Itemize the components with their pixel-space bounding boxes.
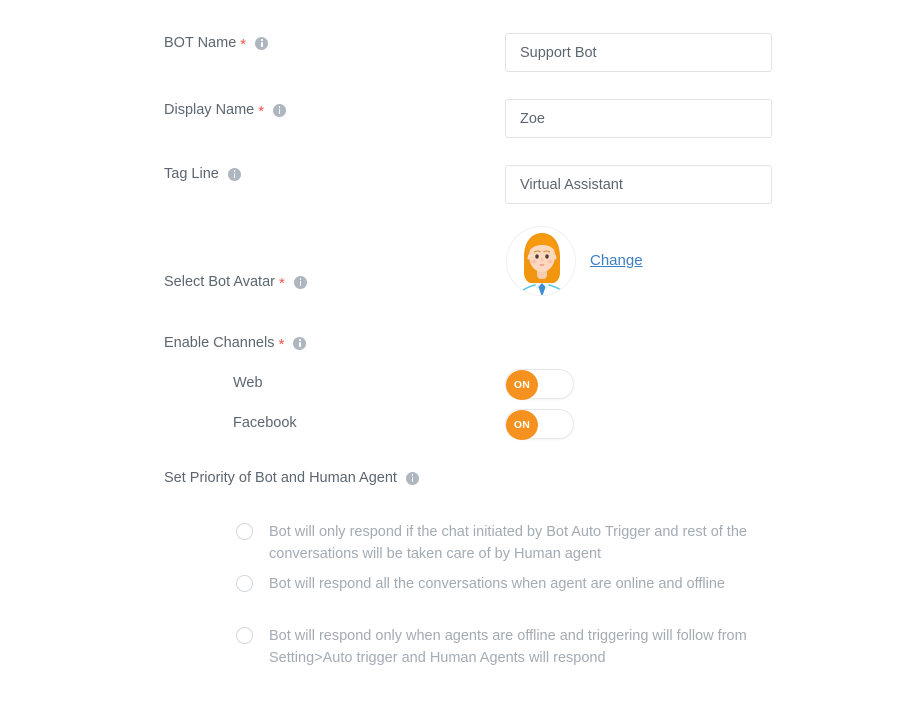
priority-option-label: Bot will respond all the conversations w…: [269, 576, 725, 592]
radio-icon[interactable]: [236, 523, 253, 540]
change-avatar-link[interactable]: Change: [590, 252, 643, 269]
info-icon[interactable]: [255, 37, 269, 50]
required-asterisk: *: [278, 336, 285, 353]
avatar[interactable]: [506, 226, 576, 296]
priority-option-label: Bot will only respond if the chat initia…: [269, 524, 747, 562]
set-priority-label: Set Priority of Bot and Human Agent: [164, 471, 419, 486]
priority-option-1[interactable]: Bot will only respond if the chat initia…: [236, 521, 769, 565]
bot-settings-form: BOT Name * Display Name * Tag Line Selec…: [0, 0, 919, 701]
select-bot-avatar-label: Select Bot Avatar *: [164, 274, 307, 292]
female-avatar-icon: [507, 227, 575, 295]
channel-toggle-facebook[interactable]: ON: [505, 409, 574, 440]
tag-line-label: Tag Line: [164, 167, 241, 182]
info-icon[interactable]: [405, 471, 419, 485]
display-name-label-text: Display Name: [164, 102, 255, 119]
bot-name-input[interactable]: [505, 33, 772, 72]
set-priority-label-text: Set Priority of Bot and Human Agent: [164, 470, 397, 486]
avatar-circle: [506, 226, 576, 296]
required-asterisk: *: [240, 36, 247, 53]
channel-label-facebook: Facebook: [233, 415, 297, 431]
select-bot-avatar-label-text: Select Bot Avatar: [164, 274, 275, 291]
required-asterisk: *: [258, 103, 265, 120]
enable-channels-label: Enable Channels *: [164, 335, 307, 353]
display-name-input[interactable]: [505, 99, 772, 138]
info-icon[interactable]: [273, 104, 287, 117]
required-asterisk: *: [278, 275, 285, 292]
info-icon[interactable]: [227, 167, 241, 181]
bot-name-label-text: BOT Name: [164, 35, 237, 52]
priority-option-label: Bot will respond only when agents are of…: [269, 628, 747, 666]
tag-line-input[interactable]: [505, 165, 772, 204]
toggle-state-label: ON: [506, 410, 538, 440]
radio-icon[interactable]: [236, 627, 253, 644]
channel-toggle-web[interactable]: ON: [505, 369, 574, 400]
toggle-state-label: ON: [506, 370, 538, 400]
priority-option-2[interactable]: Bot will respond all the conversations w…: [236, 573, 769, 595]
tag-line-label-text: Tag Line: [164, 166, 219, 182]
radio-icon[interactable]: [236, 575, 253, 592]
info-icon[interactable]: [293, 276, 307, 289]
channel-label-web: Web: [233, 375, 263, 391]
priority-option-3[interactable]: Bot will respond only when agents are of…: [236, 625, 769, 669]
display-name-label: Display Name *: [164, 102, 287, 120]
enable-channels-label-text: Enable Channels: [164, 335, 275, 352]
info-icon[interactable]: [293, 337, 307, 350]
bot-name-label: BOT Name *: [164, 35, 269, 53]
